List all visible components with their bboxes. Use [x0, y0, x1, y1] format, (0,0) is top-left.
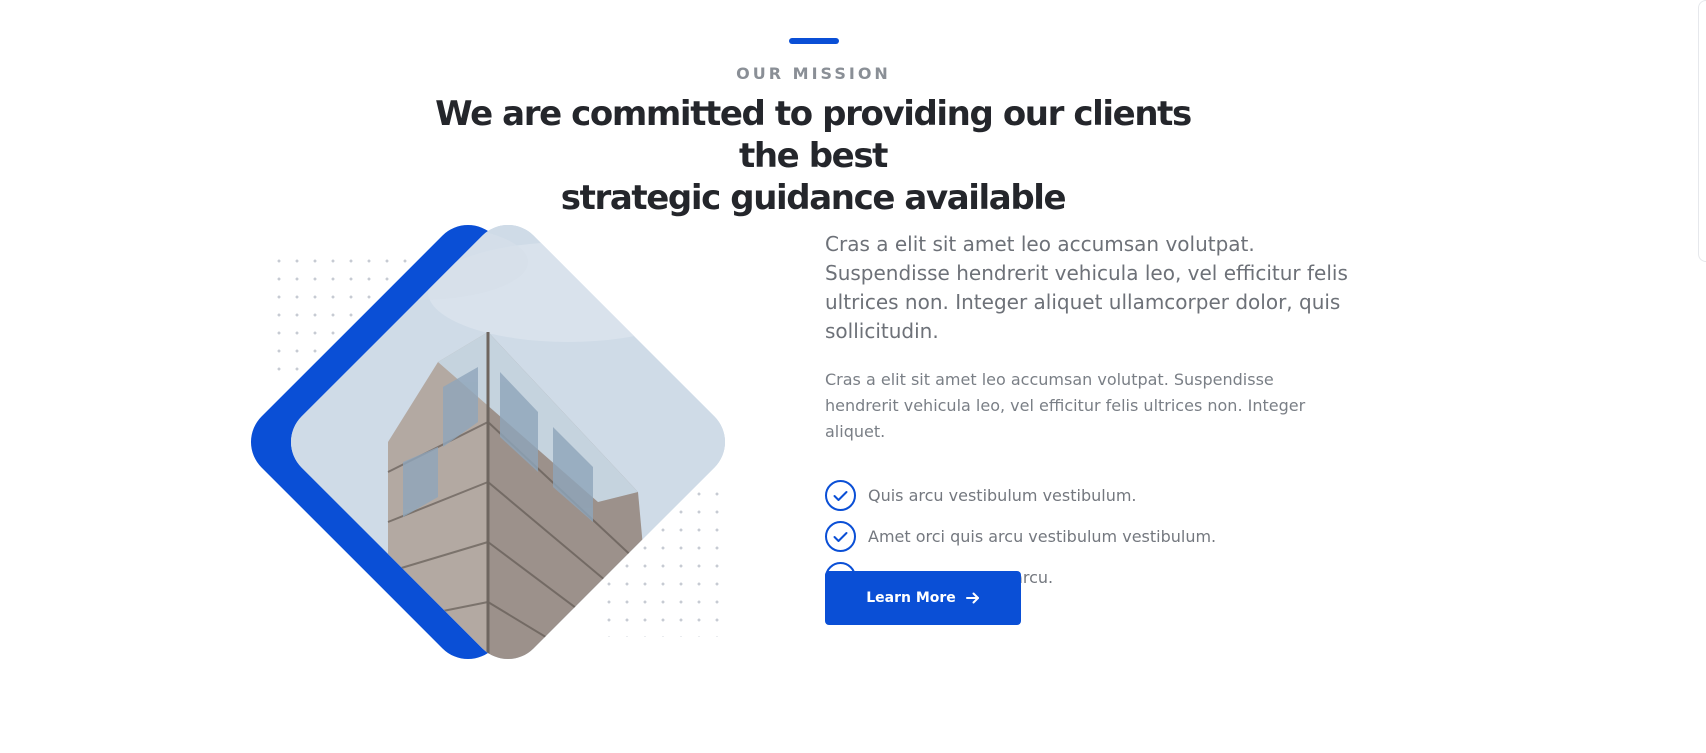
- edge-panel: [1698, 0, 1706, 262]
- mission-content: Cras a elit sit amet leo accumsan volutp…: [825, 230, 1385, 625]
- mission-visual: [236, 210, 780, 690]
- lead-paragraph: Cras a elit sit amet leo accumsan volutp…: [825, 232, 1348, 343]
- learn-more-button[interactable]: Learn More: [825, 571, 1021, 625]
- headline-line-1: We are committed to providing our client…: [435, 94, 1192, 176]
- check-circle-icon: [825, 521, 856, 552]
- checklist-item: Amet orci quis arcu vestibulum vestibulu…: [825, 516, 1385, 557]
- check-circle-icon: [825, 480, 856, 511]
- section-eyebrow: OUR MISSION: [736, 64, 891, 83]
- section-accent-bar: [789, 38, 839, 44]
- checklist-item: Quis arcu vestibulum vestibulum.: [825, 475, 1385, 516]
- arrow-right-icon: [965, 592, 980, 604]
- section-headline: We are committed to providing our client…: [413, 93, 1213, 219]
- checklist-item-label: Amet orci quis arcu vestibulum vestibulu…: [868, 527, 1217, 546]
- checklist-item-label: Quis arcu vestibulum vestibulum.: [868, 486, 1137, 505]
- body-paragraph: Cras a elit sit amet leo accumsan volutp…: [825, 370, 1306, 441]
- learn-more-label: Learn More: [866, 590, 956, 606]
